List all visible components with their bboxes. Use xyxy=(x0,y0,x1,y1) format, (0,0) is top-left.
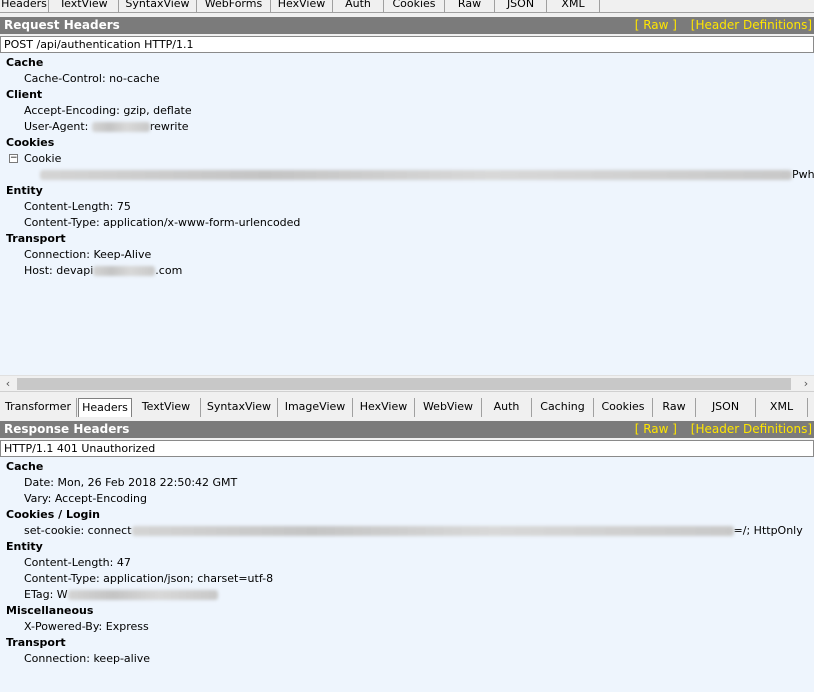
redacted-value xyxy=(93,266,156,276)
response-raw-link[interactable]: [ Raw ] xyxy=(635,422,677,436)
tab-syntaxview[interactable]: SyntaxView xyxy=(119,0,197,13)
tab-xml[interactable]: XML xyxy=(756,398,808,417)
tab-hexview[interactable]: HexView xyxy=(353,398,415,417)
response-headers-pane: Cache Date: Mon, 26 Feb 2018 22:50:42 GM… xyxy=(0,457,814,692)
header-date[interactable]: Date: Mon, 26 Feb 2018 22:50:42 GMT xyxy=(24,475,237,491)
header-accept-encoding[interactable]: Accept-Encoding: gzip, deflate xyxy=(24,103,192,119)
request-tab-bar: Headers TextView SyntaxView WebForms Hex… xyxy=(0,0,814,13)
group-transport[interactable]: Transport xyxy=(6,635,66,651)
tab-headers[interactable]: Headers xyxy=(78,398,132,417)
request-line: POST /api/authentication HTTP/1.1 xyxy=(0,36,814,53)
header-x-powered-by[interactable]: X-Powered-By: Express xyxy=(24,619,149,635)
header-cache-control[interactable]: Cache-Control: no-cache xyxy=(24,71,160,87)
header-content-length[interactable]: Content-Length: 75 xyxy=(24,199,131,215)
header-user-agent[interactable]: User-Agent: rewrite xyxy=(24,119,189,135)
request-headers-title: Request Headers xyxy=(4,18,120,32)
status-line: HTTP/1.1 401 Unauthorized xyxy=(0,440,814,457)
header-content-length[interactable]: Content-Length: 47 xyxy=(24,555,131,571)
tab-syntaxview[interactable]: SyntaxView xyxy=(201,398,278,417)
tab-auth[interactable]: Auth xyxy=(482,398,532,417)
tab-cookies[interactable]: Cookies xyxy=(594,398,653,417)
tab-auth[interactable]: Auth xyxy=(333,0,384,13)
etag-label: ETag: W xyxy=(24,588,68,601)
header-connection[interactable]: Connection: Keep-Alive xyxy=(24,247,151,263)
header-content-type[interactable]: Content-Type: application/json; charset=… xyxy=(24,571,273,587)
cookie-value[interactable]: Pwh xyxy=(40,167,814,183)
header-connection[interactable]: Connection: keep-alive xyxy=(24,651,150,667)
tab-imageview[interactable]: ImageView xyxy=(278,398,353,417)
tab-raw[interactable]: Raw xyxy=(653,398,696,417)
tab-transformer[interactable]: Transformer xyxy=(0,398,77,417)
pane-splitter[interactable] xyxy=(0,391,814,396)
set-cookie-tail: =/; HttpOnly xyxy=(733,524,803,537)
request-header-links: [ Raw ] [Header Definitions] xyxy=(625,17,812,34)
user-agent-tail: rewrite xyxy=(149,120,189,133)
request-raw-link[interactable]: [ Raw ] xyxy=(635,18,677,32)
set-cookie-label: set-cookie: connect xyxy=(24,524,132,537)
collapse-icon[interactable]: − xyxy=(9,154,18,163)
tab-headers[interactable]: Headers xyxy=(0,0,49,13)
redacted-value xyxy=(67,590,218,600)
host-tail: .com xyxy=(155,264,183,277)
scroll-right-icon[interactable]: › xyxy=(798,376,814,392)
group-client[interactable]: Client xyxy=(6,87,42,103)
tab-webview[interactable]: WebView xyxy=(415,398,482,417)
tab-json[interactable]: JSON xyxy=(696,398,756,417)
response-headers-title: Response Headers xyxy=(4,422,130,436)
redacted-value xyxy=(40,170,792,180)
redacted-value xyxy=(131,526,734,536)
request-header-definitions-link[interactable]: [Header Definitions] xyxy=(691,18,812,32)
tab-json[interactable]: JSON xyxy=(495,0,547,13)
tab-textview[interactable]: TextView xyxy=(49,0,119,13)
tab-webforms[interactable]: WebForms xyxy=(197,0,271,13)
response-header-links: [ Raw ] [Header Definitions] xyxy=(625,421,812,438)
response-headers-title-bar: Response Headers [ Raw ] [Header Definit… xyxy=(0,421,814,438)
response-header-definitions-link[interactable]: [Header Definitions] xyxy=(691,422,812,436)
tab-xml[interactable]: XML xyxy=(547,0,600,13)
group-entity[interactable]: Entity xyxy=(6,183,43,199)
scroll-left-icon[interactable]: ‹ xyxy=(0,376,16,392)
user-agent-label: User-Agent: xyxy=(24,120,92,133)
tab-textview[interactable]: TextView xyxy=(132,398,201,417)
cookie-value-tail: Pwh xyxy=(792,168,814,181)
group-transport[interactable]: Transport xyxy=(6,231,66,247)
header-content-type[interactable]: Content-Type: application/x-www-form-url… xyxy=(24,215,300,231)
group-cache[interactable]: Cache xyxy=(6,459,43,475)
tab-hexview[interactable]: HexView xyxy=(271,0,333,13)
host-label: Host: devapi xyxy=(24,264,94,277)
group-cookies[interactable]: Cookies xyxy=(6,135,54,151)
group-cache[interactable]: Cache xyxy=(6,55,43,71)
group-miscellaneous[interactable]: Miscellaneous xyxy=(6,603,93,619)
response-tab-bar: Transformer Headers TextView SyntaxView … xyxy=(0,398,814,417)
request-headers-title-bar: Request Headers [ Raw ] [Header Definiti… xyxy=(0,17,814,34)
header-vary[interactable]: Vary: Accept-Encoding xyxy=(24,491,147,507)
header-set-cookie[interactable]: set-cookie: connect =/; HttpOnly xyxy=(24,523,803,539)
group-entity[interactable]: Entity xyxy=(6,539,43,555)
request-headers-pane: Cache Cache-Control: no-cache Client Acc… xyxy=(0,53,814,375)
tab-cookies[interactable]: Cookies xyxy=(384,0,445,13)
request-horizontal-scrollbar[interactable]: ‹ › xyxy=(0,375,814,391)
group-cookies-login[interactable]: Cookies / Login xyxy=(6,507,100,523)
header-etag[interactable]: ETag: W xyxy=(24,587,218,603)
scrollbar-thumb[interactable] xyxy=(17,378,791,390)
header-host[interactable]: Host: devapi .com xyxy=(24,263,182,279)
tab-raw[interactable]: Raw xyxy=(445,0,495,13)
header-cookie[interactable]: Cookie xyxy=(24,151,61,167)
redacted-value xyxy=(91,122,150,132)
tab-caching[interactable]: Caching xyxy=(532,398,594,417)
